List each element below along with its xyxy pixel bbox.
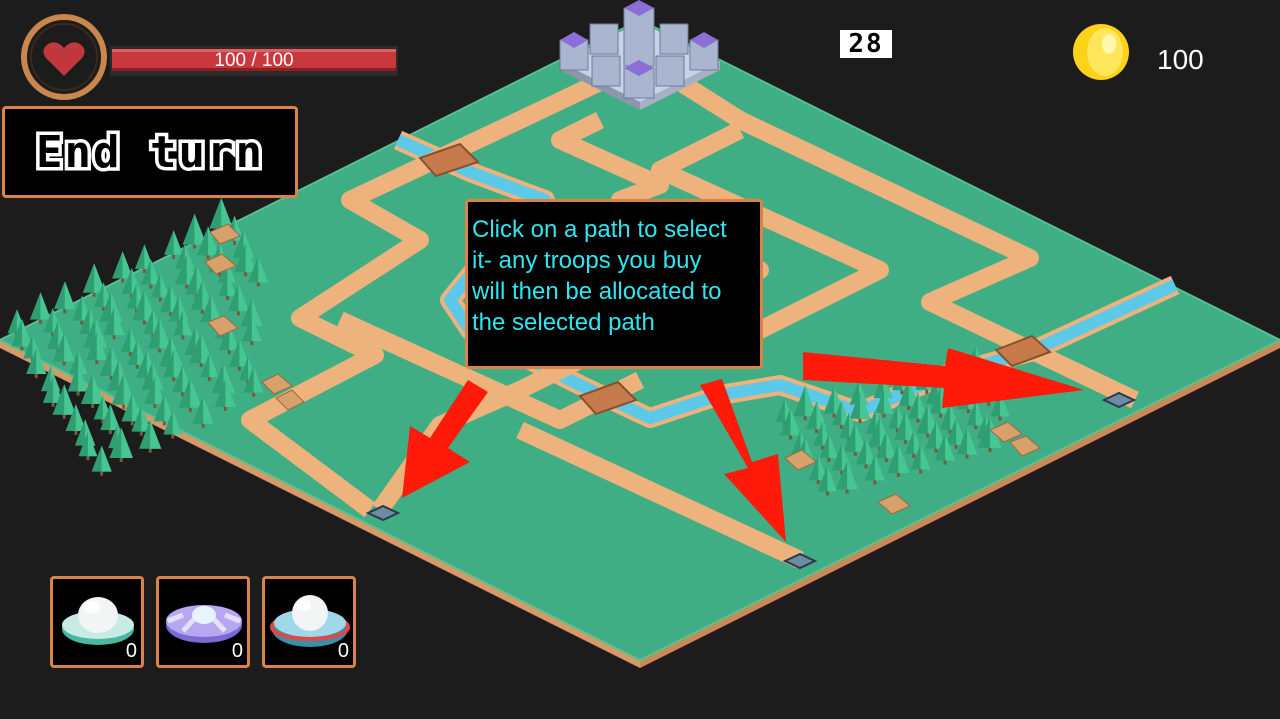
tree	[164, 230, 184, 259]
tooltip-line: it- any troops you buy	[472, 247, 702, 274]
troop-slot-red-striped[interactable]: 0	[262, 576, 356, 668]
tutorial-tooltip: Click on a path to select it- any troops…	[465, 199, 763, 369]
health-bar: 100 / 100	[110, 46, 398, 76]
troop-count: 0	[125, 640, 137, 662]
end-turn-label: End turn	[33, 123, 266, 181]
troop-slot-white-dome[interactable]: 0	[50, 576, 144, 668]
tooltip-line: Click on a path to select	[472, 216, 727, 243]
gold-amount: 100	[1157, 44, 1204, 75]
tree	[54, 281, 76, 314]
end-turn-button[interactable]: End turn End turn	[2, 106, 298, 198]
tree	[29, 292, 51, 324]
tooltip-line: will then be allocated to	[472, 278, 722, 305]
heart-icon	[21, 14, 107, 100]
health-text: 100 / 100	[214, 50, 294, 71]
turn-counter: 28	[840, 30, 892, 58]
troop-count: 0	[337, 640, 349, 662]
troop-slot-purple-saucer[interactable]: 0	[156, 576, 250, 668]
tooltip-line: the selected path	[472, 309, 655, 336]
troop-count: 0	[231, 640, 243, 662]
coin-icon	[1073, 24, 1129, 80]
